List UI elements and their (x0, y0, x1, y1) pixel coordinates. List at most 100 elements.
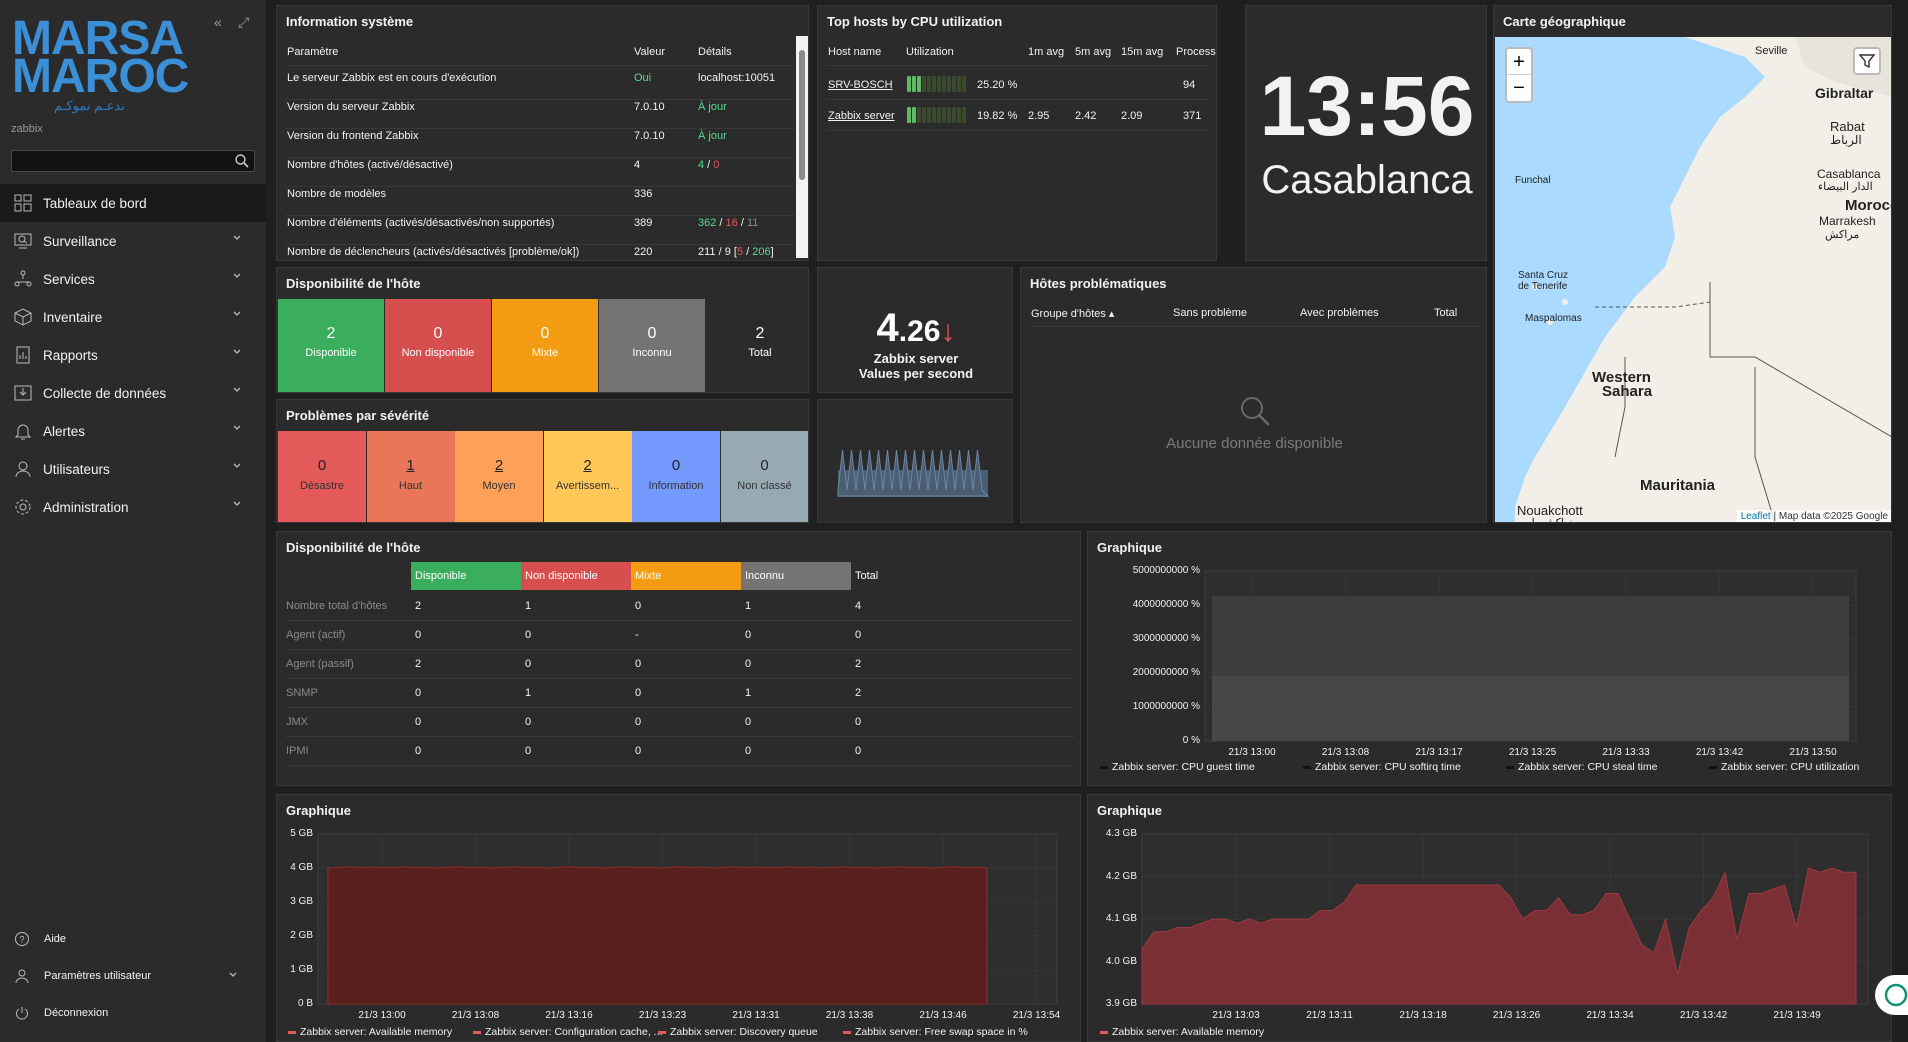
row-divider (285, 244, 795, 245)
param-value: 336 (634, 188, 653, 200)
menu-item-users[interactable]: Utilisateurs (0, 450, 266, 488)
widget-system-info: Information système Paramètre Valeur Dét… (276, 5, 809, 261)
menu-item-help[interactable]: ? Aide (0, 920, 266, 957)
graph-canvas (1204, 570, 1857, 742)
tile-label: Mixte (531, 347, 559, 359)
host-link[interactable]: SRV-BOSCH (828, 79, 893, 91)
gear-icon (15, 499, 31, 515)
menu-item-alerts[interactable]: Alertes (0, 412, 266, 450)
map-label: Gibraltar (1815, 85, 1874, 101)
power-icon (16, 1006, 28, 1020)
menu-label: Inventaire (43, 309, 103, 325)
map-filter-button[interactable] (1853, 47, 1881, 75)
widget-graph-available-memory: Graphique 4.3 GB 4.2 GB 4.1 GB 4.0 GB 3.9 GB… (1087, 794, 1892, 1042)
availability-tile[interactable]: 0 Non disponible (385, 299, 491, 392)
map-zoom-control: + − (1505, 47, 1533, 103)
details-text: À jour (698, 101, 727, 113)
utilization-segment (947, 107, 951, 123)
scrollbar[interactable] (796, 36, 808, 258)
host-link[interactable]: Zabbix server (828, 110, 895, 122)
column-header: Disponible (411, 562, 521, 590)
brand-label: zabbix (11, 123, 43, 135)
table-value: 0 (525, 629, 532, 641)
kiosk-mode-icon[interactable]: ⤢ (238, 14, 249, 31)
chevron-down-icon (233, 349, 241, 354)
map-label: Funchal (1515, 175, 1551, 186)
table-value: 0 (415, 687, 422, 699)
widget-problems-by-severity: Problèmes par sévérité 0 Désastre 1 Haut 2 Mo… (276, 399, 809, 523)
leaflet-link[interactable]: Leaflet (1741, 511, 1771, 522)
menu-item-dashboards[interactable]: Tableaux de bord (0, 184, 266, 222)
menu-label: Rapports (43, 347, 98, 363)
utilization-segment (917, 107, 921, 123)
menu-item-reports[interactable]: Rapports (0, 336, 266, 374)
row-divider (285, 765, 1075, 766)
severity-tile[interactable]: 1 Haut (366, 431, 455, 522)
menu-item-user-settings[interactable]: Paramètres utilisateur (0, 957, 266, 994)
menu-item-administration[interactable]: Administration (0, 488, 266, 526)
graph-canvas (1141, 833, 1869, 1005)
clock-city: Casablanca (1261, 158, 1473, 202)
table-value: 0 (525, 716, 532, 728)
legend-label: Zabbix server: CPU steal time (1518, 761, 1658, 773)
map-label: الرباط (1830, 133, 1862, 147)
tile-label: Haut (398, 480, 423, 492)
y-tick-label: 0 B (297, 998, 313, 1009)
table-value: 0 (855, 629, 862, 641)
table-value: 0 (635, 716, 642, 728)
map-attribution: Leaflet | Map data ©2025 Google (1736, 510, 1891, 522)
menu-item-data-collection[interactable]: Collecte de données (0, 374, 266, 412)
monitoring-icon (14, 233, 32, 249)
y-tick-label: 4.3 GB (1105, 828, 1137, 839)
search-icon[interactable] (234, 153, 250, 169)
menu-item-monitoring[interactable]: Surveillance (0, 222, 266, 260)
utilization-segment (947, 76, 951, 92)
map-label: Marrakesh (1819, 214, 1876, 228)
column-header: Mixte (631, 562, 741, 590)
severity-tile[interactable]: 0 Désastre (278, 431, 366, 522)
severity-tile[interactable]: 2 Moyen (455, 431, 543, 522)
tile-label: Total (748, 347, 772, 359)
column-header: Total (1434, 307, 1458, 319)
availability-tile[interactable]: 0 Mixte (492, 299, 598, 392)
column-header: 1m avg (1028, 46, 1065, 58)
main-menu: Tableaux de bord Surveillance Services I… (0, 184, 266, 526)
y-tick-label: 4.1 GB (1105, 913, 1137, 924)
y-tick-label: 0 % (1182, 735, 1200, 746)
param-details: localhost:10051 (698, 72, 775, 84)
zoom-in-button[interactable]: + (1507, 49, 1531, 75)
menu-item-logout[interactable]: Déconnexion (0, 994, 266, 1031)
zoom-out-button[interactable]: − (1507, 75, 1531, 101)
legend-swatch (1100, 1030, 1108, 1034)
table-value: 0 (635, 600, 642, 612)
menu-label: Tableaux de bord (43, 195, 147, 211)
column-header: Non disponible (521, 562, 631, 590)
collapse-sidebar-icon[interactable]: « (214, 14, 222, 30)
vps-int: 4 (876, 306, 899, 350)
availability-tile[interactable]: 2 Disponible (278, 299, 384, 392)
severity-tile[interactable]: 0 Information (632, 431, 720, 522)
legend-label: Zabbix server: Free swap space in % (855, 1026, 1028, 1038)
assistant-button[interactable] (1875, 975, 1908, 1015)
tile-label: Moyen (482, 480, 516, 492)
map-canvas[interactable]: Seville Gibraltar Rabat الرباط Funchal Casabl… (1495, 37, 1891, 522)
utilization-segment (932, 107, 936, 123)
table-value: 0 (635, 745, 642, 757)
column-header[interactable]: Groupe d'hôtes ▴ (1031, 307, 1114, 320)
row-label: Agent (actif) (286, 629, 346, 641)
column-header: Paramètre (287, 46, 339, 58)
menu-label: Services (43, 271, 95, 287)
row-label: IPMI (286, 745, 309, 757)
severity-tile[interactable]: 2 Avertissem... (543, 431, 632, 522)
severity-tile[interactable]: 0 Non classé (720, 431, 808, 522)
menu-item-inventory[interactable]: Inventaire (0, 298, 266, 336)
legend-item: Zabbix server: Discovery queue (658, 1026, 818, 1038)
inventory-icon (14, 308, 32, 326)
separator: / (737, 217, 747, 229)
search-input[interactable] (11, 150, 255, 172)
table-value: 0 (635, 658, 642, 670)
availability-tile[interactable]: 0 Inconnu (599, 299, 705, 392)
x-tick-label: 21/3 13:54 (1012, 1010, 1061, 1021)
menu-item-services[interactable]: Services (0, 260, 266, 298)
param-value: 4 (634, 159, 641, 171)
